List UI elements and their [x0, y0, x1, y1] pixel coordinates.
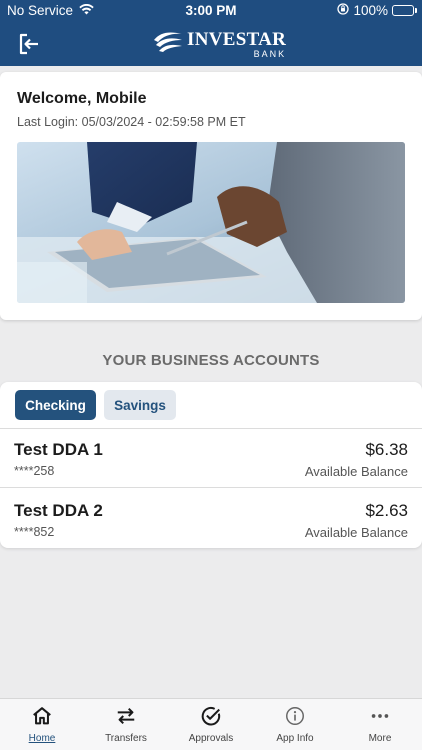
tab-checking[interactable]: Checking	[15, 390, 96, 420]
home-icon	[33, 707, 51, 725]
tab-savings[interactable]: Savings	[104, 390, 176, 420]
logout-icon[interactable]	[17, 32, 41, 56]
battery-percent: 100%	[353, 3, 388, 18]
available-balance-label: Available Balance	[304, 464, 408, 479]
more-dots-icon	[371, 714, 389, 718]
rotation-lock-icon	[337, 3, 350, 18]
bank-logo-text: INVESTAR BANK	[187, 30, 286, 59]
info-icon	[286, 707, 304, 725]
tab-approvals[interactable]: Approvals	[169, 705, 253, 747]
status-bar: No Service 3:00 PM 100%	[0, 0, 422, 22]
tab-label: Approvals	[188, 733, 234, 744]
account-row[interactable]: Test DDA 2 ****852 $2.63 Available Balan…	[0, 493, 422, 553]
battery-charging-icon	[392, 5, 417, 16]
tab-label: Home	[28, 733, 56, 744]
bank-logo: INVESTAR BANK	[152, 27, 286, 61]
welcome-title: Welcome, Mobile	[17, 90, 147, 107]
status-right: 100%	[337, 3, 417, 18]
app-header: No Service 3:00 PM 100% INVESTAR BANK	[0, 0, 422, 66]
account-balance: $2.63	[365, 501, 408, 520]
bank-name-sub: BANK	[253, 48, 287, 59]
divider	[0, 428, 422, 429]
account-balance: $6.38	[365, 440, 408, 459]
account-name: Test DDA 2	[14, 501, 103, 520]
account-number: ****258	[14, 464, 55, 478]
tab-more[interactable]: More	[338, 705, 422, 747]
tab-transfers[interactable]: Transfers	[84, 705, 168, 747]
account-type-tabs: Checking Savings	[15, 390, 176, 420]
account-row[interactable]: Test DDA 1 ****258 $6.38 Available Balan…	[0, 432, 422, 492]
bottom-tab-bar: Home Transfers Approvals App Info More	[0, 698, 422, 750]
welcome-card: Welcome, Mobile Last Login: 05/03/2024 -…	[0, 72, 422, 320]
available-balance-label: Available Balance	[304, 525, 408, 540]
divider	[0, 487, 422, 488]
account-name: Test DDA 1	[14, 440, 103, 459]
tab-label: App Info	[276, 733, 314, 744]
last-login-text: Last Login: 05/03/2024 - 02:59:58 PM ET	[17, 115, 246, 129]
app-bar: INVESTAR BANK	[0, 22, 422, 66]
check-circle-icon	[201, 706, 221, 726]
bank-name: INVESTAR	[187, 28, 287, 50]
tab-label: Transfers	[105, 733, 147, 744]
bank-logo-mark-icon	[152, 30, 184, 59]
tab-home[interactable]: Home	[0, 705, 84, 747]
transfer-arrows-icon	[117, 707, 135, 725]
accounts-section-title: YOUR BUSINESS ACCOUNTS	[102, 352, 320, 369]
hero-image	[17, 142, 405, 303]
tab-label: More	[368, 733, 392, 744]
accounts-card: Checking Savings Test DDA 1 ****258 $6.3…	[0, 382, 422, 548]
account-number: ****852	[14, 525, 55, 539]
tab-app-info[interactable]: App Info	[253, 705, 337, 747]
